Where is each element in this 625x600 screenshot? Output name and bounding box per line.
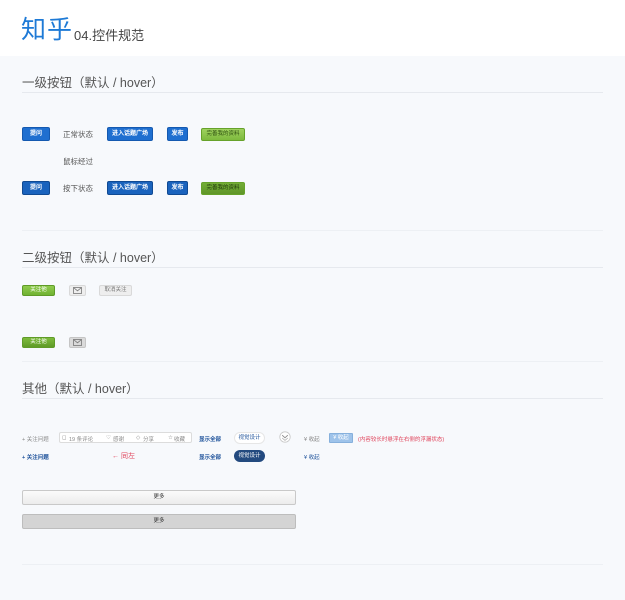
- comments-link[interactable]: 19 条评论: [69, 435, 93, 443]
- follow-question-link[interactable]: + 关注问题: [22, 435, 49, 443]
- enter-topic-square-button-pressed[interactable]: 进入话题广场: [107, 181, 153, 195]
- ask-button-pressed[interactable]: 提问: [22, 181, 50, 195]
- section-title-primary: 一级按钮（默认 / hover）: [22, 76, 164, 90]
- section-divider: [22, 564, 603, 565]
- envelope-icon: [73, 339, 82, 346]
- favorite-link[interactable]: 收藏: [174, 435, 185, 443]
- pressed-state-label: 按下状态: [63, 184, 93, 193]
- section-divider: [22, 230, 603, 231]
- follow-him-button-hover[interactable]: 关注他: [22, 337, 55, 348]
- more-button-hover[interactable]: 更多: [22, 514, 296, 529]
- collapse-up-icon[interactable]: [279, 431, 291, 443]
- follow-question-link-hover[interactable]: + 关注问题: [22, 453, 49, 461]
- comment-icon: ◻: [62, 435, 67, 441]
- star-icon: ☆: [168, 435, 173, 441]
- show-all-link[interactable]: 显示全部: [199, 435, 221, 443]
- enter-topic-square-button[interactable]: 进入话题广场: [107, 127, 153, 141]
- section-divider: [22, 267, 603, 268]
- page-subtitle: 04.控件规范: [74, 28, 145, 43]
- page-header: 知乎 04.控件规范: [0, 0, 625, 56]
- envelope-icon: [73, 287, 82, 294]
- ask-button[interactable]: 提问: [22, 127, 50, 141]
- section-title-other: 其他（默认 / hover）: [22, 382, 139, 396]
- more-button[interactable]: 更多: [22, 490, 296, 505]
- hover-state-label: 鼠标经过: [63, 157, 93, 166]
- publish-button[interactable]: 发布: [167, 127, 188, 141]
- section-title-secondary: 二级按钮（默认 / hover）: [22, 251, 164, 265]
- share-link[interactable]: 分享: [143, 435, 154, 443]
- share-icon: ◇: [136, 435, 141, 441]
- zhihu-logo: 知乎: [21, 15, 74, 44]
- section-divider: [22, 361, 603, 362]
- message-button-hover[interactable]: [69, 337, 86, 348]
- complete-profile-button-pressed[interactable]: 完善我的资料: [201, 182, 245, 195]
- thanks-link[interactable]: 感谢: [113, 435, 124, 443]
- publish-button-pressed[interactable]: 发布: [167, 181, 188, 195]
- floating-fold-note: (内容较长时悬浮在右侧的浮漏状态): [358, 437, 445, 443]
- section-divider: [22, 398, 603, 399]
- normal-state-label: 正常状态: [63, 130, 93, 139]
- topic-tag-hover[interactable]: 视觉设计: [234, 450, 265, 462]
- section-divider: [22, 92, 603, 93]
- unfollow-button[interactable]: 取消关注: [99, 285, 132, 296]
- message-button[interactable]: [69, 285, 86, 296]
- fold-link[interactable]: ¥ 收起: [304, 435, 320, 443]
- follow-him-button[interactable]: 关注他: [22, 285, 55, 296]
- show-all-link-hover[interactable]: 显示全部: [199, 453, 221, 461]
- topic-tag[interactable]: 视觉设计: [234, 432, 265, 444]
- heart-icon: ♡: [106, 435, 111, 441]
- complete-profile-button[interactable]: 完善我的资料: [201, 128, 245, 141]
- floating-fold-button[interactable]: ¥ 收起: [329, 433, 353, 443]
- same-as-left-note: ← 同左: [112, 453, 135, 460]
- fold-link-hover[interactable]: ¥ 收起: [304, 453, 320, 461]
